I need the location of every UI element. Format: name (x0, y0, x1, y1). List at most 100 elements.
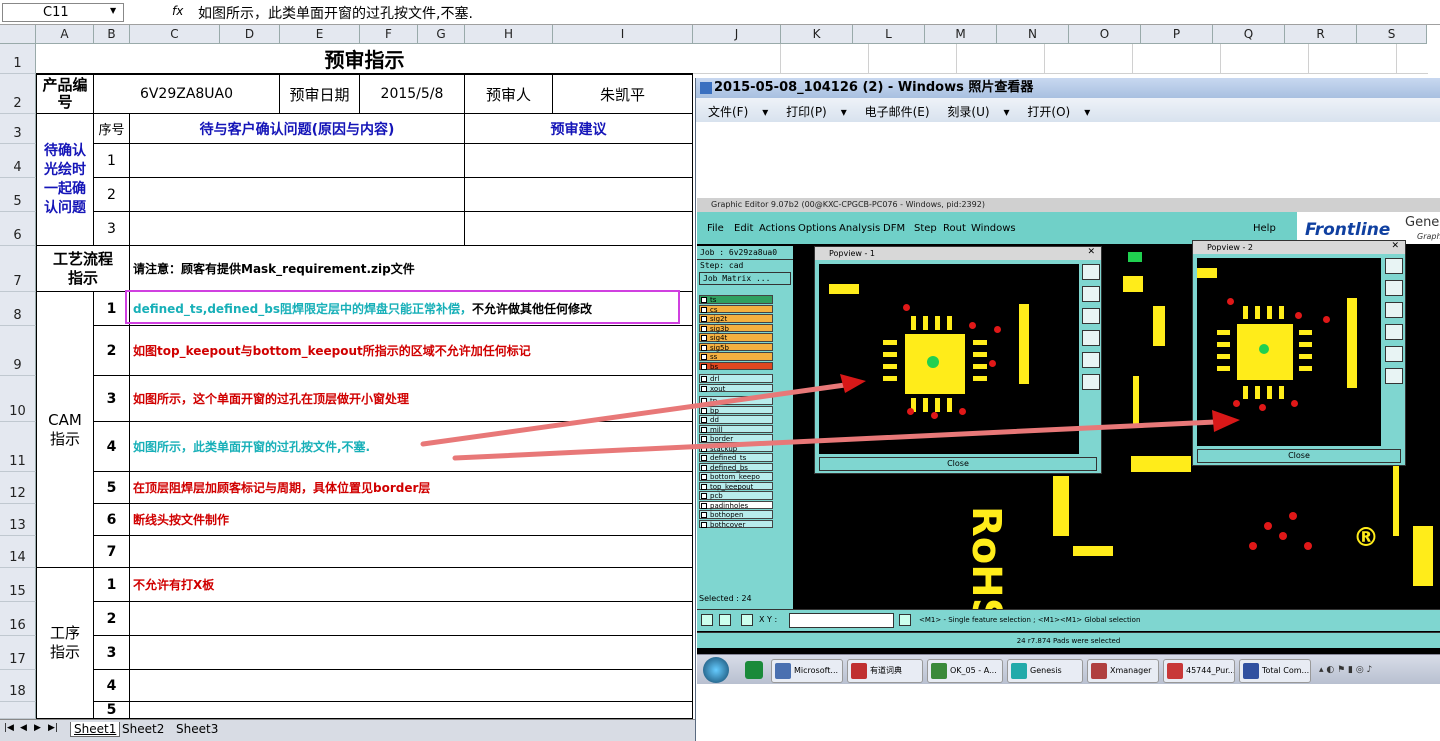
cam-num[interactable]: 2 (94, 326, 130, 376)
cam-item[interactable] (130, 536, 693, 568)
row-header[interactable] (0, 702, 36, 719)
tool-icon[interactable] (719, 614, 731, 626)
cam-num[interactable]: 3 (94, 376, 130, 422)
col-header-h[interactable]: H (465, 25, 553, 44)
checkbox-icon[interactable] (701, 464, 707, 471)
layer-item[interactable]: bp (699, 405, 773, 415)
proc-num[interactable]: 1 (94, 568, 130, 602)
confirm-cell[interactable] (130, 212, 465, 246)
layer-item[interactable]: sig2t (699, 314, 773, 323)
layer-item[interactable]: xout (699, 383, 773, 393)
popview-2-canvas[interactable] (1197, 258, 1381, 446)
menu-print[interactable]: 打印(P) (786, 105, 827, 119)
checkbox-icon[interactable] (701, 512, 707, 518)
ge-menu-edit[interactable]: Edit (734, 223, 753, 234)
row-header[interactable]: 9 (0, 326, 36, 376)
tray-icons[interactable]: ▴ ◐ ⚑ ▮ ◎ ♪ (1319, 665, 1372, 675)
tool-icon[interactable] (1082, 264, 1100, 280)
col-header-p[interactable]: P (1141, 25, 1213, 44)
tool-icon[interactable] (1082, 330, 1100, 346)
layer-item[interactable]: tp (699, 396, 773, 405)
tool-icon[interactable] (1385, 368, 1403, 384)
confirm-cell[interactable] (130, 178, 465, 212)
confirm-group-label[interactable]: 待确认光绘时一起确认问题 (36, 114, 94, 246)
row-header[interactable]: 14 (0, 536, 36, 568)
row-header[interactable]: 10 (0, 376, 36, 422)
checkbox-icon[interactable] (701, 297, 707, 303)
checkbox-icon[interactable] (701, 398, 707, 404)
cam-num[interactable]: 6 (94, 504, 130, 536)
tool-icon[interactable] (1385, 324, 1403, 340)
function-icon[interactable]: fx (172, 4, 183, 18)
tool-icon[interactable] (899, 614, 911, 626)
checkbox-icon[interactable] (701, 376, 707, 382)
confirm-cell[interactable] (130, 144, 465, 178)
checkbox-icon[interactable] (701, 316, 707, 322)
sheet-title[interactable]: 预审指示 (36, 44, 693, 74)
layer-item[interactable]: dd (699, 415, 773, 424)
ge-menu-rout[interactable]: Rout (943, 223, 966, 234)
row-header[interactable]: 11 (0, 422, 36, 472)
col-header-i[interactable]: I (553, 25, 693, 44)
checkbox-icon[interactable] (701, 474, 707, 480)
nav-next-icon[interactable]: ▶ (34, 723, 41, 733)
ge-menu-dfm[interactable]: DFM (883, 223, 905, 234)
chevron-down-icon[interactable]: ▼ (110, 6, 116, 15)
cam-item[interactable]: 断线头按文件制作 (130, 504, 693, 536)
col-header-c[interactable]: C (130, 25, 220, 44)
col-header-f[interactable]: F (360, 25, 418, 44)
cam-item[interactable]: 如图top_keepout与bottom_keepout所指示的区域不允许加任何… (130, 326, 693, 376)
col-header-b[interactable]: B (94, 25, 130, 44)
advice-header[interactable]: 预审建议 (465, 114, 693, 144)
checkbox-icon[interactable] (701, 417, 707, 423)
popview-1-canvas[interactable] (819, 264, 1079, 454)
tool-icon[interactable] (741, 614, 753, 626)
advice-cell[interactable] (465, 212, 693, 246)
seq-header[interactable]: 序号 (94, 114, 130, 144)
seq-cell[interactable]: 3 (94, 212, 130, 246)
layer-item[interactable]: padinholes (699, 500, 773, 510)
menu-open[interactable]: 打开(O) (1027, 105, 1070, 119)
process-note[interactable]: 请注意：顾客有提供Mask_requirement.zip文件 (130, 246, 693, 292)
col-header-j[interactable]: J (693, 25, 781, 44)
pinned-app-icon[interactable] (745, 661, 763, 679)
ge-menu-step[interactable]: Step (914, 223, 937, 234)
xy-input[interactable] (789, 613, 894, 628)
proc-item[interactable] (130, 602, 693, 636)
row-header[interactable]: 16 (0, 602, 36, 636)
proc-item[interactable] (130, 636, 693, 670)
seq-cell[interactable]: 2 (94, 178, 130, 212)
col-header-q[interactable]: Q (1213, 25, 1285, 44)
tool-icon[interactable] (1082, 308, 1100, 324)
row-header[interactable]: 2 (0, 74, 36, 114)
row-header[interactable]: 18 (0, 670, 36, 702)
tab-sheet2[interactable]: Sheet2 (122, 722, 164, 736)
close-icon[interactable]: ✕ (1087, 247, 1095, 257)
proc-item[interactable] (130, 670, 693, 702)
taskbar-item[interactable]: Genesis (1007, 659, 1083, 683)
tool-icon[interactable] (1082, 374, 1100, 390)
col-header-m[interactable]: M (925, 25, 997, 44)
checkbox-icon[interactable] (701, 306, 707, 313)
popview-2-close-button[interactable]: Close (1197, 449, 1401, 463)
nav-last-icon[interactable]: ▶| (48, 723, 58, 733)
taskbar-item[interactable]: 有道词典 (847, 659, 923, 683)
checkbox-icon[interactable] (701, 407, 707, 414)
seq-cell[interactable]: 1 (94, 144, 130, 178)
product-value[interactable]: 6V29ZA8UA0 (94, 74, 280, 114)
layer-item[interactable]: sig4t (699, 333, 773, 342)
layer-item[interactable]: pcb (699, 491, 773, 500)
checkbox-icon[interactable] (701, 436, 707, 442)
row-header[interactable]: 12 (0, 472, 36, 504)
layer-item[interactable]: ss (699, 352, 773, 361)
layer-item[interactable]: ts (699, 295, 773, 304)
col-header-r[interactable]: R (1285, 25, 1357, 44)
layer-item[interactable]: defined_ts (699, 453, 773, 462)
row-header[interactable]: 7 (0, 246, 36, 292)
name-box[interactable]: C11 (2, 3, 124, 22)
ge-menu-file[interactable]: File (707, 223, 724, 234)
tool-icon[interactable] (1385, 280, 1403, 296)
checkbox-icon[interactable] (701, 502, 707, 509)
proc-label[interactable]: 工序指示 (36, 568, 94, 719)
popview-1-title[interactable]: Popview - 1 (815, 247, 1101, 260)
